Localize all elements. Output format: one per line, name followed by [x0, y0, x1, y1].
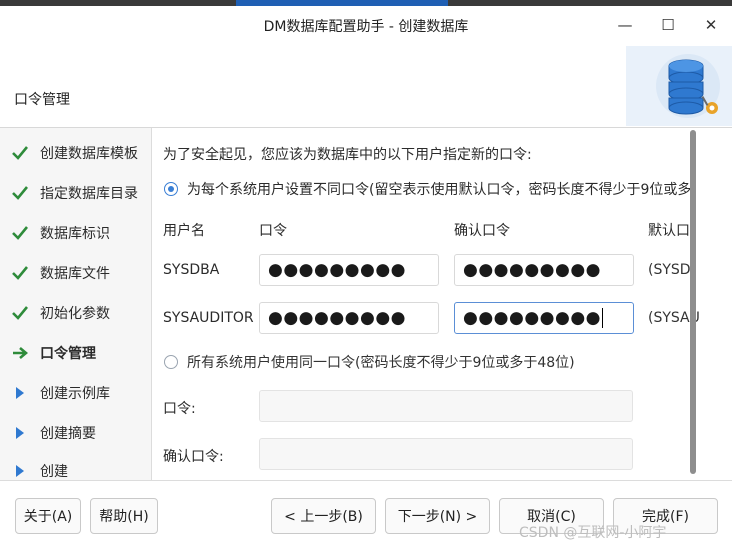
column-header-default: 默认口: [648, 223, 690, 239]
radio-separate-passwords[interactable]: 为每个系统用户设置不同口令(留空表示使用默认口令，密码长度不得少于9位或多: [164, 179, 691, 199]
close-button[interactable]: ✕: [698, 13, 724, 37]
step-create: 创建: [0, 459, 151, 480]
column-header-password: 口令: [259, 223, 287, 239]
check-icon: [0, 186, 40, 200]
help-button[interactable]: 帮助(H): [90, 498, 158, 534]
radio-separate-label: 为每个系统用户设置不同口令(留空表示使用默认口令，密码长度不得少于9位或多: [187, 182, 692, 198]
wizard-steps-sidebar: 创建数据库模板 指定数据库目录 数据库标识 数据库文件 初始化参数 口令管理 创…: [0, 128, 152, 480]
close-icon: ✕: [704, 16, 718, 34]
same-confirm-input[interactable]: [259, 438, 633, 470]
minimize-button[interactable]: —: [612, 13, 638, 37]
user-name-sysdba: SYSDBA: [163, 262, 220, 278]
page-title: 口令管理: [14, 92, 70, 108]
next-button[interactable]: 下一步(N) >: [385, 498, 490, 534]
step-label: 初始化参数: [40, 306, 110, 322]
triangle-right-icon: [0, 427, 40, 439]
check-icon: [0, 306, 40, 320]
check-icon: [0, 226, 40, 240]
step-database-files: 数据库文件: [0, 261, 151, 285]
intro-text: 为了安全起见，您应该为数据库中的以下用户指定新的口令:: [163, 147, 532, 163]
column-header-user: 用户名: [163, 223, 205, 239]
same-password-label: 口令:: [163, 401, 196, 417]
password-field-sysauditor[interactable]: ●●●●●●●●●: [259, 302, 439, 334]
radio-same-password[interactable]: 所有系统用户使用同一口令(密码长度不得少于9位或多于48位): [164, 352, 575, 372]
radio-indicator[interactable]: [164, 182, 178, 196]
password-panel: 为了安全起见，您应该为数据库中的以下用户指定新的口令: 为每个系统用户设置不同口…: [152, 128, 732, 480]
confirm-field-sysdba[interactable]: ●●●●●●●●●: [454, 254, 634, 286]
step-label: 创建: [40, 464, 68, 480]
database-gear-icon: [626, 46, 732, 126]
step-database-id: 数据库标识: [0, 221, 151, 245]
about-button[interactable]: 关于(A): [15, 498, 81, 534]
triangle-right-icon: [0, 387, 40, 399]
step-label: 创建数据库模板: [40, 146, 138, 162]
step-label: 创建示例库: [40, 386, 110, 402]
step-create-template: 创建数据库模板: [0, 141, 151, 165]
vertical-scrollbar[interactable]: [690, 130, 696, 474]
step-label: 指定数据库目录: [40, 186, 138, 202]
confirm-field-sysauditor[interactable]: ●●●●●●●●●: [454, 302, 634, 334]
check-icon: [0, 266, 40, 280]
scrollbar-thumb[interactable]: [690, 130, 696, 474]
column-header-confirm: 确认口令: [454, 223, 510, 239]
maximize-icon: ☐: [661, 16, 675, 34]
step-specify-directory: 指定数据库目录: [0, 181, 151, 205]
same-confirm-label: 确认口令:: [163, 449, 224, 465]
step-create-sample: 创建示例库: [0, 381, 151, 405]
triangle-right-icon: [0, 465, 40, 477]
back-button[interactable]: < 上一步(B): [271, 498, 376, 534]
radio-same-label: 所有系统用户使用同一口令(密码长度不得少于9位或多于48位): [187, 355, 575, 371]
step-summary: 创建摘要: [0, 421, 151, 445]
same-password-input[interactable]: [259, 390, 633, 422]
radio-indicator[interactable]: [164, 355, 178, 369]
step-password-management: 口令管理: [0, 341, 151, 365]
step-label: 口令管理: [40, 346, 96, 362]
title-bar: DM数据库配置助手 - 创建数据库 — ☐ ✕: [0, 6, 732, 44]
user-name-sysauditor: SYSAUDITOR: [163, 310, 254, 326]
default-password-sysdba: (SYSDI: [648, 262, 695, 278]
step-label: 数据库文件: [40, 266, 110, 282]
step-init-params: 初始化参数: [0, 301, 151, 325]
arrow-right-icon: [0, 346, 40, 360]
step-label: 创建摘要: [40, 426, 96, 442]
maximize-button[interactable]: ☐: [655, 13, 681, 37]
minimize-icon: —: [617, 16, 633, 34]
csdn-watermark: CSDN @互联网-小阿宇: [519, 525, 667, 541]
page-header: 口令管理: [0, 44, 732, 128]
step-label: 数据库标识: [40, 226, 110, 242]
password-field-sysdba[interactable]: ●●●●●●●●●: [259, 254, 439, 286]
check-icon: [0, 146, 40, 160]
